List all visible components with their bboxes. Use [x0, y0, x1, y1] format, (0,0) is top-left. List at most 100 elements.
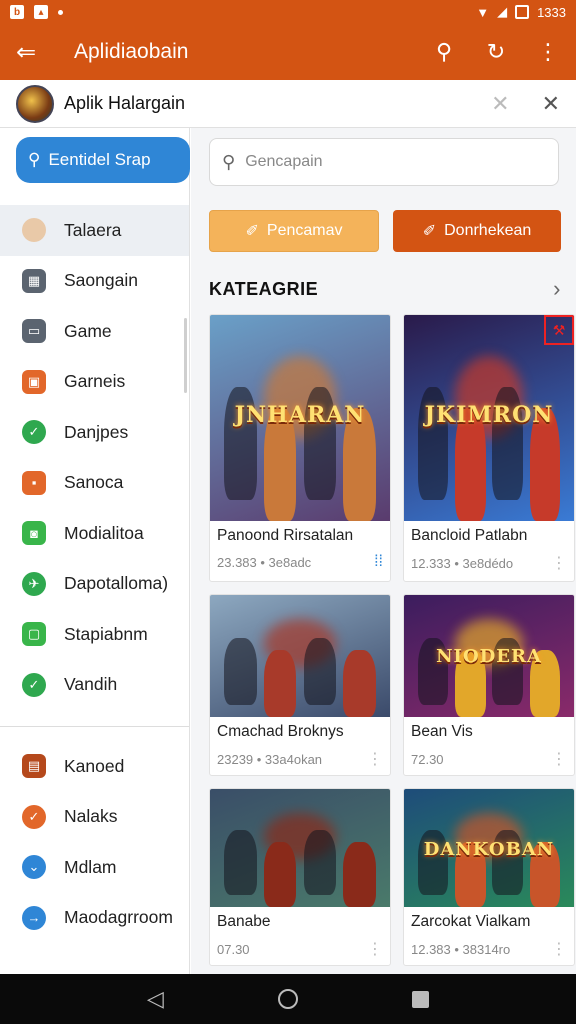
game-meta-text: 23239 • 33a4okan — [217, 751, 323, 767]
system-nav-bar: ◁ — [0, 974, 576, 1024]
sidebar-item-label: Maodagrroom — [64, 907, 173, 928]
secondary-action-label: Donrhekean — [444, 222, 532, 239]
game-meta-text: 12.383 • 38314ro — [411, 941, 511, 957]
card-info: Bean Vis 72.30 ⋮ — [404, 717, 574, 769]
sidebar-item[interactable]: ✓ Danjpes — [0, 407, 189, 458]
game-logo-text: DANKOBAN — [423, 838, 555, 860]
game-meta: 07.30 ⋮ — [217, 939, 383, 959]
sidebar-item-label: Garneis — [64, 371, 126, 392]
primary-action-label: Pencamav — [266, 222, 343, 239]
game-card[interactable]: Cmachad Broknys 23239 • 33a4okan ⋮ — [209, 594, 391, 776]
more-vert-icon[interactable]: ⋮ — [367, 939, 383, 959]
sidebar-scrollbar[interactable] — [184, 318, 187, 393]
pin-icon: ✈ — [22, 571, 46, 596]
hammer-icon[interactable]: ⚒ — [544, 315, 574, 345]
game-meta: 12.333 • 3e8dédo ⋮ — [411, 553, 567, 573]
signal-icon: ◢ — [497, 4, 508, 19]
more-vert-icon[interactable]: ⋮ — [551, 553, 567, 573]
sidebar-item[interactable]: ▣ Garneis — [0, 357, 189, 408]
sidebar-item[interactable]: Talaera — [0, 205, 189, 256]
game-card[interactable]: NIODERA Bean Vis 72.30 ⋮ — [403, 594, 575, 776]
back-menu-icon[interactable]: ⇐ — [16, 38, 50, 67]
section-header[interactable]: KATEAGRIE › — [209, 276, 561, 302]
card-info: Cmachad Broknys 23239 • 33a4okan ⋮ — [210, 717, 390, 769]
app-logo — [16, 84, 54, 123]
more-vert-icon[interactable]: ⋮ — [551, 939, 567, 959]
game-card[interactable]: JKIMRON ⚒ Bancloid Patlabn 12.333 • 3e8dédo… — [403, 314, 575, 582]
game-title: Banabe — [217, 913, 271, 930]
recents-icon[interactable] — [411, 990, 429, 1008]
game-card[interactable]: DANKOBAN Zarcokat Vialkam 12.383 • 38314ro… — [403, 788, 575, 966]
game-thumbnail[interactable]: NIODERA — [404, 595, 574, 717]
android-icon: ◙ — [22, 521, 46, 546]
sidebar-item-label: Dapotalloma) — [64, 573, 169, 594]
search-icon[interactable]: ⚲ — [432, 39, 456, 65]
sidebar-item[interactable]: ✓ Nalaks — [0, 792, 189, 843]
refresh-icon[interactable]: ↻ — [484, 39, 508, 65]
back-icon[interactable]: ◁ — [147, 986, 164, 1012]
sidebar-search-label: Eentidel Srap — [48, 150, 151, 169]
app-title: Aplidiaobain — [74, 40, 189, 63]
game-card[interactable]: JNHARAN Panoond Rirsatalan 23.383 • 3e8adc… — [209, 314, 391, 582]
bag-icon: ▪ — [22, 470, 46, 495]
sidebar-item-label: Mdlam — [64, 856, 117, 877]
status-bar: b ▴ ▼ ◢ 1333 — [0, 0, 576, 24]
sidebar-item[interactable]: ▭ Game — [0, 306, 189, 357]
sidebar-item[interactable]: ▦ Saongain — [0, 256, 189, 307]
game-meta: 23.383 • 3e8adc ⁞⁞ — [217, 553, 383, 571]
game-logo-text: JKIMRON — [424, 401, 554, 428]
game-card[interactable]: Banabe 07.30 ⋮ — [209, 788, 391, 966]
close-icon[interactable]: ✕ — [542, 91, 560, 117]
sidebar-item[interactable]: ▪ Sanoca — [0, 458, 189, 509]
card-info: Banabe 07.30 ⋮ — [210, 907, 390, 959]
game-title: Panoond Rirsatalan — [217, 527, 354, 544]
game-thumbnail[interactable]: JNHARAN — [210, 315, 390, 521]
sidebar-search-button[interactable]: ⚲ Eentidel Srap — [16, 137, 190, 183]
image-icon: ▴ — [34, 5, 48, 19]
game-thumbnail[interactable]: DANKOBAN — [404, 789, 574, 907]
sub-title: Aplik Halargain — [64, 93, 186, 113]
sidebar-item[interactable]: ⌄ Mdlam — [0, 842, 189, 893]
sidebar: ⚲ Eentidel Srap Talaera ▦ Saongain ▭ Game ▣ Ga… — [0, 128, 190, 974]
battery-icon — [515, 5, 530, 19]
more-vert-icon[interactable]: ⋮ — [551, 749, 567, 769]
sidebar-item-label: Danjpes — [64, 421, 129, 442]
game-meta: 23239 • 33a4okan ⋮ — [217, 749, 383, 769]
game-meta-text: 07.30 — [217, 941, 250, 957]
game-logo-text: JNHARAN — [234, 401, 366, 428]
sidebar-list-bottom: ▤ Kanoed ✓ Nalaks ⌄ Mdlam → Maodagrroom — [0, 741, 189, 943]
game-thumbnail[interactable] — [210, 789, 390, 907]
sidebar-item-label: Modialitoa — [64, 522, 144, 543]
game-thumbnail[interactable]: JKIMRON ⚒ — [404, 315, 574, 521]
search-input[interactable]: ⚲ Gencapain — [209, 138, 559, 186]
more-vert-icon[interactable]: ⋮ — [536, 39, 560, 65]
pin-icon: ✐ — [422, 223, 437, 240]
sidebar-item[interactable]: ▢ Stapiabnm — [0, 609, 189, 660]
sidebar-item-label: Game — [64, 320, 112, 341]
sidebar-item[interactable]: ✈ Dapotalloma) — [0, 559, 189, 610]
sidebar-item-label: Stapiabnm — [64, 623, 148, 644]
secondary-action-button[interactable]: ✐ Donrhekean — [393, 210, 561, 252]
arrow-circle-icon: → — [22, 905, 46, 930]
sidebar-item[interactable]: ✓ Vandih — [0, 660, 189, 711]
pin-icon: ✐ — [245, 223, 259, 240]
sidebar-item[interactable]: ▤ Kanoed — [0, 741, 189, 792]
wifi-icon: ▼ — [476, 4, 490, 20]
grid-icon[interactable]: ⁞⁞ — [374, 553, 383, 571]
home-icon[interactable] — [277, 989, 298, 1009]
sidebar-item[interactable]: ◙ Modialitoa — [0, 508, 189, 559]
primary-action-button[interactable]: ✐ Pencamav — [209, 210, 379, 252]
more-vert-icon[interactable]: ⋮ — [367, 749, 383, 769]
game-thumbnail[interactable] — [210, 595, 390, 717]
game-meta-text: 12.333 • 3e8dédo — [411, 555, 514, 571]
section-title: KATEAGRIE — [209, 278, 319, 299]
close-faint-icon[interactable]: ✕ — [491, 91, 509, 117]
main-content: ⚲ Gencapain ✐ Pencamav ✐ Donrhekean KATE… — [191, 128, 576, 974]
sidebar-item[interactable]: → Maodagrroom — [0, 893, 189, 944]
game-meta-text: 23.383 • 3e8adc — [217, 554, 312, 570]
search-placeholder: Gencapain — [245, 153, 323, 170]
game-title: Bean Vis — [411, 723, 473, 740]
check-icon: ✓ — [22, 420, 46, 445]
chevron-right-icon[interactable]: › — [553, 276, 561, 302]
card-icon: ▭ — [22, 319, 46, 344]
